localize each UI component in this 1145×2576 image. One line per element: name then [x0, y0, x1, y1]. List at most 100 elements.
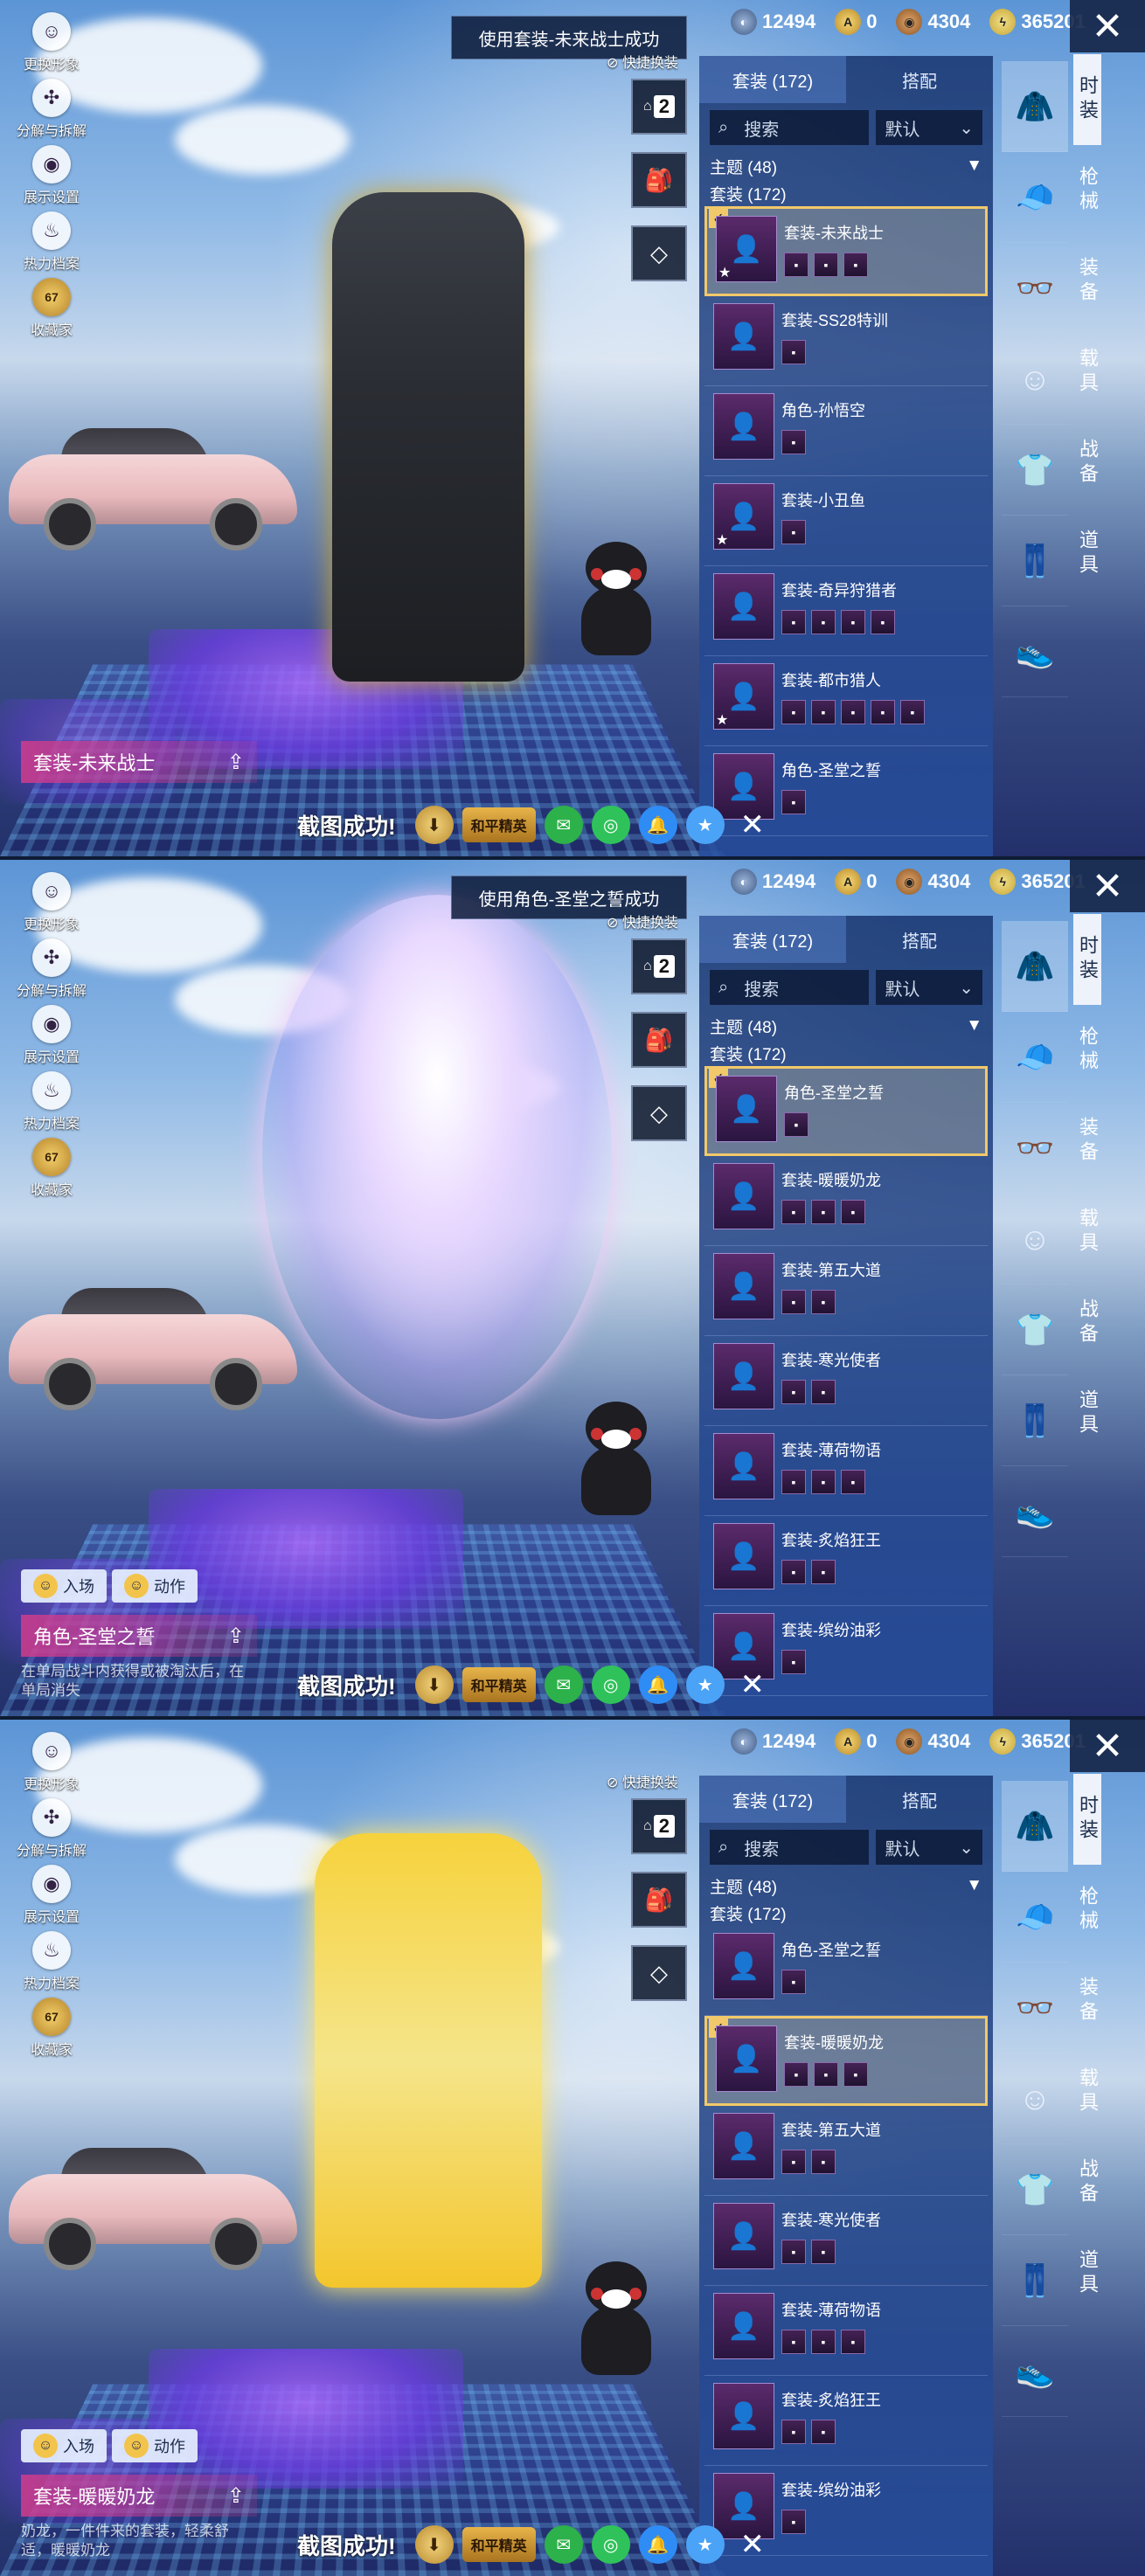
backpack-slot-button[interactable]: 🎒 — [631, 1872, 687, 1928]
quick-change-link[interactable]: ⊘ 快捷换装 — [607, 911, 678, 931]
close-button[interactable]: ✕ — [1070, 860, 1145, 912]
close-share-icon[interactable]: ✕ — [733, 1665, 772, 1704]
moments-share-icon[interactable]: ◎ — [591, 2525, 630, 2564]
hat-category-icon[interactable]: 🧢 — [1002, 152, 1068, 243]
top-category-icon[interactable]: 👕 — [1002, 2144, 1068, 2235]
tab-combo[interactable]: 搭配 — [846, 56, 993, 103]
tab-outfits[interactable]: 套装 (172) — [699, 1776, 846, 1823]
theme-filter[interactable]: 主题 (48) ▼ — [699, 152, 993, 180]
outfit-list-item[interactable]: 👤 套装-寒光使者 ▪ ▪ — [704, 1336, 988, 1426]
peace-elite-share-button[interactable]: 和平精英 — [461, 1667, 536, 1702]
category-tab[interactable]: 装备 — [1073, 1096, 1101, 1187]
sort-dropdown[interactable]: 默认 ⌄ — [876, 970, 982, 1005]
left-menu-item[interactable]: ✣ 分解与拆解 — [12, 79, 91, 140]
emote-button[interactable]: ☺ 动作 — [112, 2429, 198, 2462]
moments-share-icon[interactable]: ◎ — [591, 1665, 630, 1704]
theme-filter[interactable]: 主题 (48) ▼ — [699, 1012, 993, 1040]
close-button[interactable]: ✕ — [1070, 1720, 1145, 1772]
backpack-slot-button[interactable]: 🎒 — [631, 1012, 687, 1068]
left-menu-item[interactable]: 67 收藏家 — [12, 278, 91, 339]
search-input[interactable]: ⌕ 搜索 — [710, 970, 870, 1005]
outfit-list-item[interactable]: 👤 套装-炙焰狂王 ▪ ▪ — [704, 2376, 988, 2466]
top-category-icon[interactable]: 👕 — [1002, 425, 1068, 516]
outfit-list-item[interactable]: 👤 套装-奇异狩猎者 ▪ ▪ ▪ ▪ — [704, 566, 988, 656]
glasses-category-icon[interactable]: 👓 — [1002, 1963, 1068, 2053]
left-menu-item[interactable]: ◉ 展示设置 — [12, 145, 91, 206]
save-gallery-icon[interactable]: ⬇ — [414, 806, 454, 844]
outfit-list-item[interactable]: ✓👤套装-暖暖奶龙▪▪▪ — [704, 2016, 988, 2106]
left-menu-item[interactable]: ✣ 分解与拆解 — [12, 938, 91, 1000]
qzone-share-icon[interactable]: ★ — [685, 1665, 725, 1704]
tab-outfits[interactable]: 套装 (172) — [699, 916, 846, 963]
character-model[interactable] — [262, 895, 612, 1419]
left-menu-item[interactable]: ◉ 展示设置 — [12, 1865, 91, 1926]
character-model[interactable] — [315, 1833, 542, 2288]
wechat-share-icon[interactable]: ✉ — [544, 806, 583, 844]
outfit-list-item[interactable]: 👤 套装-炙焰狂王 ▪ ▪ — [704, 1516, 988, 1606]
category-tab[interactable]: 载具 — [1073, 1187, 1101, 1278]
outfit-name-bar[interactable]: 角色-圣堂之誓 ⇪ — [21, 1615, 257, 1657]
emote-button[interactable]: ☺ 动作 — [112, 1569, 198, 1603]
outfit-name-bar[interactable]: 套装-未来战士 ⇪ — [21, 741, 257, 783]
category-tab[interactable]: 道具 — [1073, 1368, 1101, 1459]
outfit-list-item[interactable]: ✓👤角色-圣堂之誓▪ — [704, 1066, 988, 1156]
left-menu-item[interactable]: ☺ 更换形象 — [12, 872, 91, 933]
outfit-list-item[interactable]: 👤 角色-孙悟空 ▪ — [704, 386, 988, 476]
outfit-list-item[interactable]: 👤 套装-第五大道 ▪ ▪ — [704, 1246, 988, 1336]
save-gallery-icon[interactable]: ⬇ — [414, 1665, 454, 1704]
mask-category-icon[interactable]: ☺ — [1002, 334, 1068, 425]
search-input[interactable]: ⌕ 搜索 — [710, 110, 870, 145]
left-menu-item[interactable]: ◉ 展示设置 — [12, 1005, 91, 1066]
shoes-category-icon[interactable]: 👟 — [1002, 606, 1068, 697]
category-tab[interactable]: 枪械 — [1073, 145, 1101, 236]
left-menu-item[interactable]: 67 收藏家 — [12, 1998, 91, 2059]
outfit-list-item[interactable]: 👤 套装-SS28特训 ▪ — [704, 296, 988, 386]
category-tab[interactable]: 战备 — [1073, 418, 1101, 509]
category-tab[interactable]: 载具 — [1073, 327, 1101, 418]
category-tab[interactable]: 道具 — [1073, 509, 1101, 599]
mask-category-icon[interactable]: ☺ — [1002, 1194, 1068, 1285]
left-menu-item[interactable]: 67 收藏家 — [12, 1138, 91, 1199]
backpack-slot-button[interactable]: 🎒 — [631, 152, 687, 208]
close-share-icon[interactable]: ✕ — [733, 806, 772, 844]
outfit-list-item[interactable]: 👤 套装-暖暖奶龙 ▪ ▪ ▪ — [704, 1156, 988, 1246]
outfit-list-item[interactable]: 👤 ★ 套装-小丑鱼 ▪ — [704, 476, 988, 566]
shoes-category-icon[interactable]: 👟 — [1002, 1466, 1068, 1557]
left-menu-item[interactable]: ♨ 热力档案 — [12, 211, 91, 273]
category-tab[interactable]: 装备 — [1073, 1956, 1101, 2046]
hat-category-icon[interactable]: 🧢 — [1002, 1872, 1068, 1963]
peace-elite-share-button[interactable]: 和平精英 — [461, 807, 536, 842]
pants-category-icon[interactable]: 👖 — [1002, 516, 1068, 606]
left-menu-item[interactable]: ☺ 更换形象 — [12, 1732, 91, 1793]
entrance-button[interactable]: ☺ 入场 — [21, 2429, 107, 2462]
category-tab[interactable]: 时装 — [1073, 54, 1101, 145]
quick-change-link[interactable]: ⊘ 快捷换装 — [607, 51, 678, 72]
qzone-share-icon[interactable]: ★ — [685, 806, 725, 844]
outfit-list-item[interactable]: 👤 角色-圣堂之誓 ▪ — [704, 1926, 988, 2016]
mask-category-icon[interactable]: ☺ — [1002, 2053, 1068, 2144]
glasses-category-icon[interactable]: 👓 — [1002, 243, 1068, 334]
wechat-share-icon[interactable]: ✉ — [544, 1665, 583, 1704]
tab-outfits[interactable]: 套装 (172) — [699, 56, 846, 103]
share-icon[interactable]: ⇪ — [227, 1624, 245, 1649]
quick-change-link[interactable]: ⊘ 快捷换装 — [607, 1770, 678, 1791]
glasses-category-icon[interactable]: 👓 — [1002, 1103, 1068, 1194]
tab-combo[interactable]: 搭配 — [846, 1776, 993, 1823]
tab-combo[interactable]: 搭配 — [846, 916, 993, 963]
outfit-category-icon[interactable]: 🧥 — [1002, 1781, 1068, 1872]
outfit-list-item[interactable]: 👤 套装-薄荷物语 ▪ ▪ ▪ — [704, 2286, 988, 2376]
save-gallery-icon[interactable]: ⬇ — [414, 2525, 454, 2564]
outfit-list-item[interactable]: ✓👤★套装-未来战士▪▪▪ — [704, 206, 988, 296]
outfit-category-icon[interactable]: 🧥 — [1002, 921, 1068, 1012]
left-menu-item[interactable]: ☺ 更换形象 — [12, 12, 91, 73]
moments-share-icon[interactable]: ◎ — [591, 806, 630, 844]
outfit-list-item[interactable]: 👤 套装-第五大道 ▪ ▪ — [704, 2106, 988, 2196]
character-model[interactable] — [332, 192, 524, 682]
close-button[interactable]: ✕ — [1070, 0, 1145, 52]
category-tab[interactable]: 战备 — [1073, 1278, 1101, 1368]
category-tab[interactable]: 枪械 — [1073, 1005, 1101, 1096]
locker-slot-button[interactable]: ⌂ 2 — [631, 1798, 687, 1854]
category-tab[interactable]: 时装 — [1073, 1774, 1101, 1865]
pants-category-icon[interactable]: 👖 — [1002, 1375, 1068, 1466]
pants-category-icon[interactable]: 👖 — [1002, 2235, 1068, 2326]
